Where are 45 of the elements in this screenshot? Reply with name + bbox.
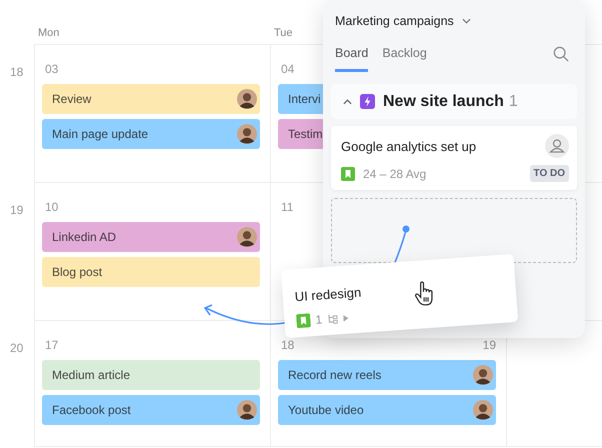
week-number: 20 — [10, 341, 24, 355]
event-chip[interactable]: Record new reels — [278, 360, 496, 390]
card-title: UI redesign — [294, 284, 362, 304]
task-card[interactable]: Google analytics set up 24 – 28 Avg TO DO — [331, 126, 577, 190]
chevron-down-icon[interactable] — [462, 18, 471, 24]
avatar-icon — [473, 400, 493, 420]
week-number: 18 — [10, 65, 24, 79]
date-label: 11 — [281, 200, 294, 214]
search-icon[interactable] — [553, 46, 569, 62]
weekday-label: Tue — [274, 27, 293, 39]
weekday-label: Mon — [38, 27, 60, 39]
date-label: 03 — [45, 62, 58, 76]
week-number: 19 — [10, 203, 24, 217]
avatar-icon — [237, 227, 257, 247]
date-label: 19 — [482, 338, 496, 352]
tab[interactable]: Backlog — [382, 42, 427, 72]
subtask-icon — [326, 312, 338, 325]
bookmark-icon — [341, 166, 355, 180]
date-label: 04 — [281, 62, 294, 76]
avatar-icon — [237, 89, 257, 109]
event-chip[interactable]: Main page update — [42, 119, 260, 149]
avatar-icon — [237, 124, 257, 144]
project-selector[interactable]: Marketing campaigns — [335, 14, 454, 28]
event-chip[interactable]: Blog post — [42, 257, 260, 287]
play-icon[interactable] — [342, 314, 348, 322]
event-chip[interactable]: Youtube video — [278, 395, 496, 425]
person-icon[interactable] — [545, 134, 569, 158]
event-chip[interactable]: Linkedin AD — [42, 222, 260, 252]
date-label: 17 — [45, 338, 58, 352]
task-dates: 24 – 28 Avg — [363, 166, 428, 180]
event-chip[interactable]: Medium article — [42, 360, 260, 390]
chevron-up-icon[interactable] — [343, 98, 352, 104]
date-label: 18 — [281, 338, 294, 352]
date-label: 10 — [45, 200, 58, 214]
group-header[interactable]: New site launch 1 — [331, 84, 577, 119]
lightning-icon — [360, 94, 375, 109]
task-title: Google analytics set up — [341, 138, 478, 154]
bookmark-icon — [296, 313, 311, 328]
tab[interactable]: Board — [335, 42, 368, 72]
event-chip[interactable]: Review — [42, 84, 260, 114]
event-chip[interactable]: Facebook post — [42, 395, 260, 425]
avatar-icon — [473, 365, 493, 385]
subtask-count: 1 — [314, 312, 323, 327]
avatar-icon — [237, 400, 257, 420]
status-tag: TO DO — [530, 165, 569, 182]
